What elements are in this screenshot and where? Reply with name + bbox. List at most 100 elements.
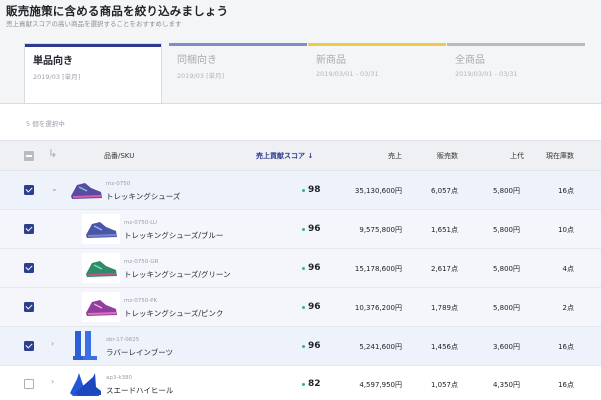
row-checkbox[interactable] (24, 341, 34, 351)
sku-code: ap3-k380 (106, 375, 133, 381)
units-value: 1,456点 (430, 343, 458, 351)
sku-code: mz-0750-PK (124, 298, 158, 304)
score-value: 98 (308, 185, 321, 195)
row-checkbox[interactable] (24, 263, 34, 273)
sales-value: 4,597,950円 (359, 381, 402, 389)
tab-label: 新商品 (316, 55, 346, 66)
score-value: 96 (308, 224, 321, 234)
select-all-checkbox[interactable] (24, 151, 34, 161)
tab-single-item[interactable]: 単品向き 2019/03 [単月] (24, 43, 162, 104)
sales-value: 10,376,200円 (354, 304, 402, 312)
sales-value: 9,575,800円 (359, 226, 402, 234)
expand-chevron-icon[interactable]: › (51, 377, 54, 386)
price-value: 5,800円 (492, 265, 520, 273)
score-indicator (302, 345, 305, 348)
units-value: 6,057点 (430, 187, 458, 195)
table-row[interactable]: mz-0750-PK トレッキングシューズ/ピンク 96 10,376,200円… (0, 288, 601, 327)
indent-arrow-icon: ↳ (48, 147, 58, 160)
stock-value: 4点 (562, 265, 574, 273)
score-indicator (302, 189, 305, 192)
column-product[interactable]: 品番/SKU (104, 151, 134, 161)
sales-value: 5,241,600円 (359, 343, 402, 351)
tab-label: 全商品 (455, 55, 485, 66)
tab-date: 2019/03/01 - 03/31 (316, 70, 379, 78)
selected-count: 5 個を選択中 (26, 120, 65, 128)
column-score[interactable]: 売上貢献スコア ↓ (256, 151, 313, 161)
product-panel: 5 個を選択中 ↳ 品番/SKU 売上貢献スコア ↓ 売上 販売数 上代 現在庫… (0, 103, 601, 400)
table-row[interactable]: › ap3-k380 スエードハイヒール 82 4,597,950円 1,057… (0, 366, 601, 400)
product-name[interactable]: トレッキングシューズ/ピンク (124, 308, 223, 319)
stock-value: 2点 (562, 304, 574, 312)
sku-code: mz-0750-LU (124, 220, 158, 226)
product-name[interactable]: トレッキングシューズ/グリーン (124, 269, 231, 280)
units-value: 1,789点 (430, 304, 458, 312)
score-value: 82 (308, 379, 321, 389)
price-value: 5,800円 (492, 304, 520, 312)
table-row[interactable]: ⌄ mz-0750 トレッキングシューズ 98 35,130,600円 6,05… (0, 171, 601, 210)
table-row[interactable]: mz-0750-LU トレッキングシューズ/ブルー 96 9,575,800円 … (0, 210, 601, 249)
page-title: 販売施策に含める商品を絞り込みましょう (6, 4, 229, 18)
score-indicator (302, 383, 305, 386)
row-checkbox[interactable] (24, 185, 34, 195)
page-subtitle: 売上貢献スコアの高い商品を選択することをおすすめします (6, 20, 182, 28)
table-row[interactable]: › sbr-17-0625 ラバーレインブーツ 96 5,241,600円 1,… (0, 327, 601, 366)
score-indicator (302, 306, 305, 309)
score-value: 96 (308, 263, 321, 273)
units-value: 1,057点 (430, 381, 458, 389)
tab-date: 2019/03 [単月] (177, 72, 225, 80)
tab-accent-bar (169, 43, 307, 46)
tab-date: 2019/03/01 - 03/31 (455, 70, 518, 78)
product-thumbnail (82, 292, 120, 322)
tab-accent-bar (447, 43, 585, 46)
column-sales[interactable]: 売上 (360, 151, 402, 161)
tab-all-products[interactable]: 全商品 2019/03/01 - 03/31 (447, 43, 585, 103)
score-indicator (302, 267, 305, 270)
stock-value: 16点 (558, 381, 574, 389)
tab-new-products[interactable]: 新商品 2019/03/01 - 03/31 (308, 43, 446, 103)
column-stock[interactable]: 現在庫数 (538, 151, 574, 161)
row-checkbox[interactable] (24, 224, 34, 234)
row-checkbox[interactable] (24, 302, 34, 312)
product-name[interactable]: トレッキングシューズ/ブルー (124, 230, 223, 241)
price-value: 5,800円 (492, 226, 520, 234)
product-thumbnail (67, 369, 105, 399)
product-thumbnail (67, 330, 105, 362)
tab-bundle[interactable]: 同梱向き 2019/03 [単月] (169, 43, 307, 103)
tab-accent-bar (308, 43, 446, 46)
table-header: ↳ 品番/SKU 売上貢献スコア ↓ 売上 販売数 上代 現在庫数 (0, 140, 601, 171)
expand-chevron-icon[interactable]: › (51, 339, 54, 348)
product-name[interactable]: トレッキングシューズ (106, 191, 180, 202)
price-value: 3,600円 (492, 343, 520, 351)
column-score-label: 売上貢献スコア (256, 152, 305, 160)
sku-code: mz-0750 (106, 181, 131, 187)
sort-desc-icon: ↓ (307, 152, 314, 160)
product-thumbnail (82, 253, 120, 283)
tab-label: 同梱向き (177, 55, 217, 66)
stock-value: 16点 (558, 187, 574, 195)
tab-date: 2019/03 [単月] (33, 73, 81, 81)
column-units[interactable]: 販売数 (420, 151, 458, 161)
column-price[interactable]: 上代 (490, 151, 524, 161)
units-value: 2,617点 (430, 265, 458, 273)
product-name[interactable]: スエードハイヒール (106, 385, 173, 396)
score-value: 96 (308, 341, 321, 351)
stock-value: 16点 (558, 343, 574, 351)
table-row[interactable]: mz-0750-GR トレッキングシューズ/グリーン 96 15,178,600… (0, 249, 601, 288)
sales-value: 35,130,600円 (354, 187, 402, 195)
units-value: 1,651点 (430, 226, 458, 234)
row-checkbox[interactable] (24, 379, 34, 389)
sales-value: 15,178,600円 (354, 265, 402, 273)
product-name[interactable]: ラバーレインブーツ (106, 347, 173, 358)
sku-code: sbr-17-0625 (106, 337, 140, 343)
tab-accent-bar (25, 44, 161, 47)
collapse-chevron-icon[interactable]: ⌄ (51, 184, 58, 193)
product-thumbnail (67, 175, 105, 205)
sku-code: mz-0750-GR (124, 259, 159, 265)
score-value: 96 (308, 302, 321, 312)
stock-value: 10点 (558, 226, 574, 234)
product-thumbnail (82, 214, 120, 244)
tab-label: 単品向き (33, 56, 73, 67)
score-indicator (302, 228, 305, 231)
price-value: 4,350円 (492, 381, 520, 389)
price-value: 5,800円 (492, 187, 520, 195)
